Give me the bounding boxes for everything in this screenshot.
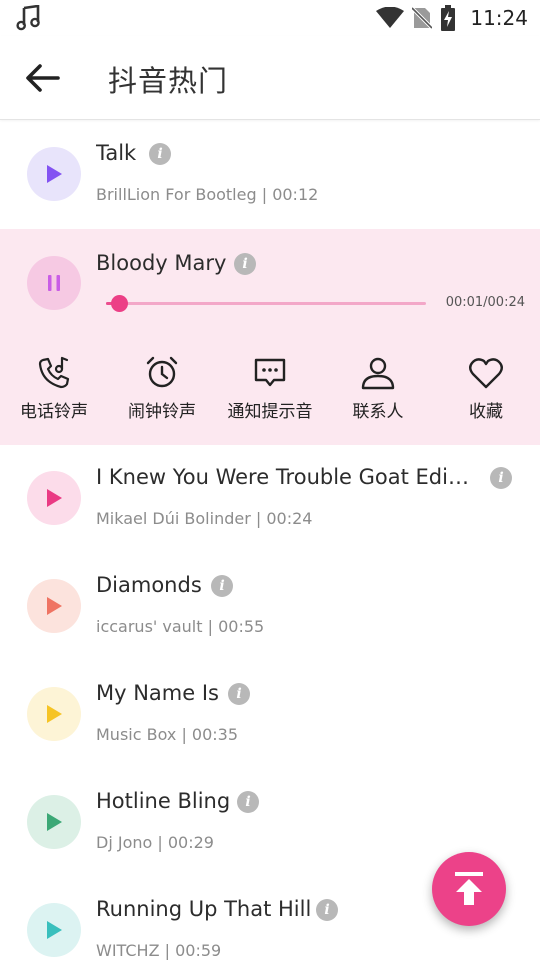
set-notification-sound-button[interactable]: 通知提示音 [216,355,324,427]
info-icon[interactable]: i [316,899,338,921]
song-title: Bloody Mary [96,251,227,275]
contact-person-icon [361,357,395,390]
info-icon[interactable]: i [149,143,171,165]
battery-charging-icon [441,5,456,31]
play-icon [47,165,62,183]
song-meta: Music Box | 00:35 [96,725,239,744]
play-button[interactable] [27,147,81,201]
no-sim-icon [412,6,433,30]
heart-icon [469,358,503,389]
song-row[interactable]: Talk i BrillLion For Bootleg | 00:12 [0,121,540,229]
play-button[interactable] [27,471,81,525]
progress-thumb[interactable] [111,295,129,312]
play-button[interactable] [27,903,81,957]
set-contact-ringtone-button[interactable]: 联系人 [324,355,432,427]
set-alarm-ringtone-button[interactable]: 闹钟铃声 [108,355,216,427]
song-meta: WITCHZ | 00:59 [96,941,222,960]
notification-message-icon [254,358,286,387]
wifi-icon [376,7,405,28]
song-meta: iccarus' vault | 00:55 [96,617,265,636]
progress-slider[interactable] [106,295,426,312]
action-label: 闹钟铃声 [128,402,196,422]
pause-button[interactable] [27,256,81,310]
action-label: 联系人 [352,402,404,422]
info-icon[interactable]: i [490,467,512,489]
song-title: Running Up That Hill [96,897,312,921]
play-icon [47,489,62,507]
set-phone-ringtone-button[interactable]: 电话铃声 [0,355,108,427]
phone-ringtone-icon [38,356,70,389]
page-title: 抖音热门 [108,64,229,98]
song-row[interactable]: Diamonds i iccarus' vault | 00:55 [0,553,540,661]
song-title: Hotline Bling [96,789,231,813]
play-icon [47,705,62,723]
pause-icon [48,275,60,291]
expanded-song-row: Bloody Mary i 00:01/00:24 电话铃声 闹钟铃声 通知提示… [0,229,540,445]
ringtone-actions: 电话铃声 闹钟铃声 通知提示音 联系人 收藏 [0,355,540,427]
song-row[interactable]: I Knew You Were Trouble Goat Editi... i … [0,445,540,553]
song-meta: Mikael Dúi Bolinder | 00:24 [96,509,313,528]
song-title: I Knew You Were Trouble Goat Editi... [96,465,476,489]
play-button[interactable] [27,687,81,741]
back-arrow-icon[interactable] [24,62,60,94]
info-icon[interactable]: i [211,575,233,597]
song-row[interactable]: My Name Is i Music Box | 00:35 [0,661,540,769]
info-icon[interactable]: i [228,683,250,705]
play-icon [47,921,62,939]
play-icon [47,813,62,831]
play-button[interactable] [27,795,81,849]
action-label: 电话铃声 [20,402,88,422]
play-button[interactable] [27,579,81,633]
info-icon[interactable]: i [237,791,259,813]
status-time: 11:24 [470,6,528,30]
action-label: 通知提示音 [227,402,313,422]
song-meta: Dj Jono | 00:29 [96,833,214,852]
song-title: Diamonds [96,573,202,597]
song-meta: BrillLion For Bootleg | 00:12 [96,185,319,204]
alarm-clock-icon [146,356,178,388]
play-icon [47,597,62,615]
song-title: Talk [96,141,137,165]
music-note-icon [16,5,40,31]
song-list: Talk i BrillLion For Bootleg | 00:12 Blo… [0,121,540,960]
scroll-to-top-button[interactable] [432,852,506,926]
status-bar: 11:24 [0,0,540,36]
action-label: 收藏 [469,402,503,422]
song-title: My Name Is [96,681,219,705]
info-icon[interactable]: i [234,253,256,275]
playback-time: 00:01/00:24 [445,295,525,310]
favorite-button[interactable]: 收藏 [432,355,540,427]
app-header: 抖音热门 [0,36,540,120]
arrow-up-to-top-icon [455,872,483,905]
